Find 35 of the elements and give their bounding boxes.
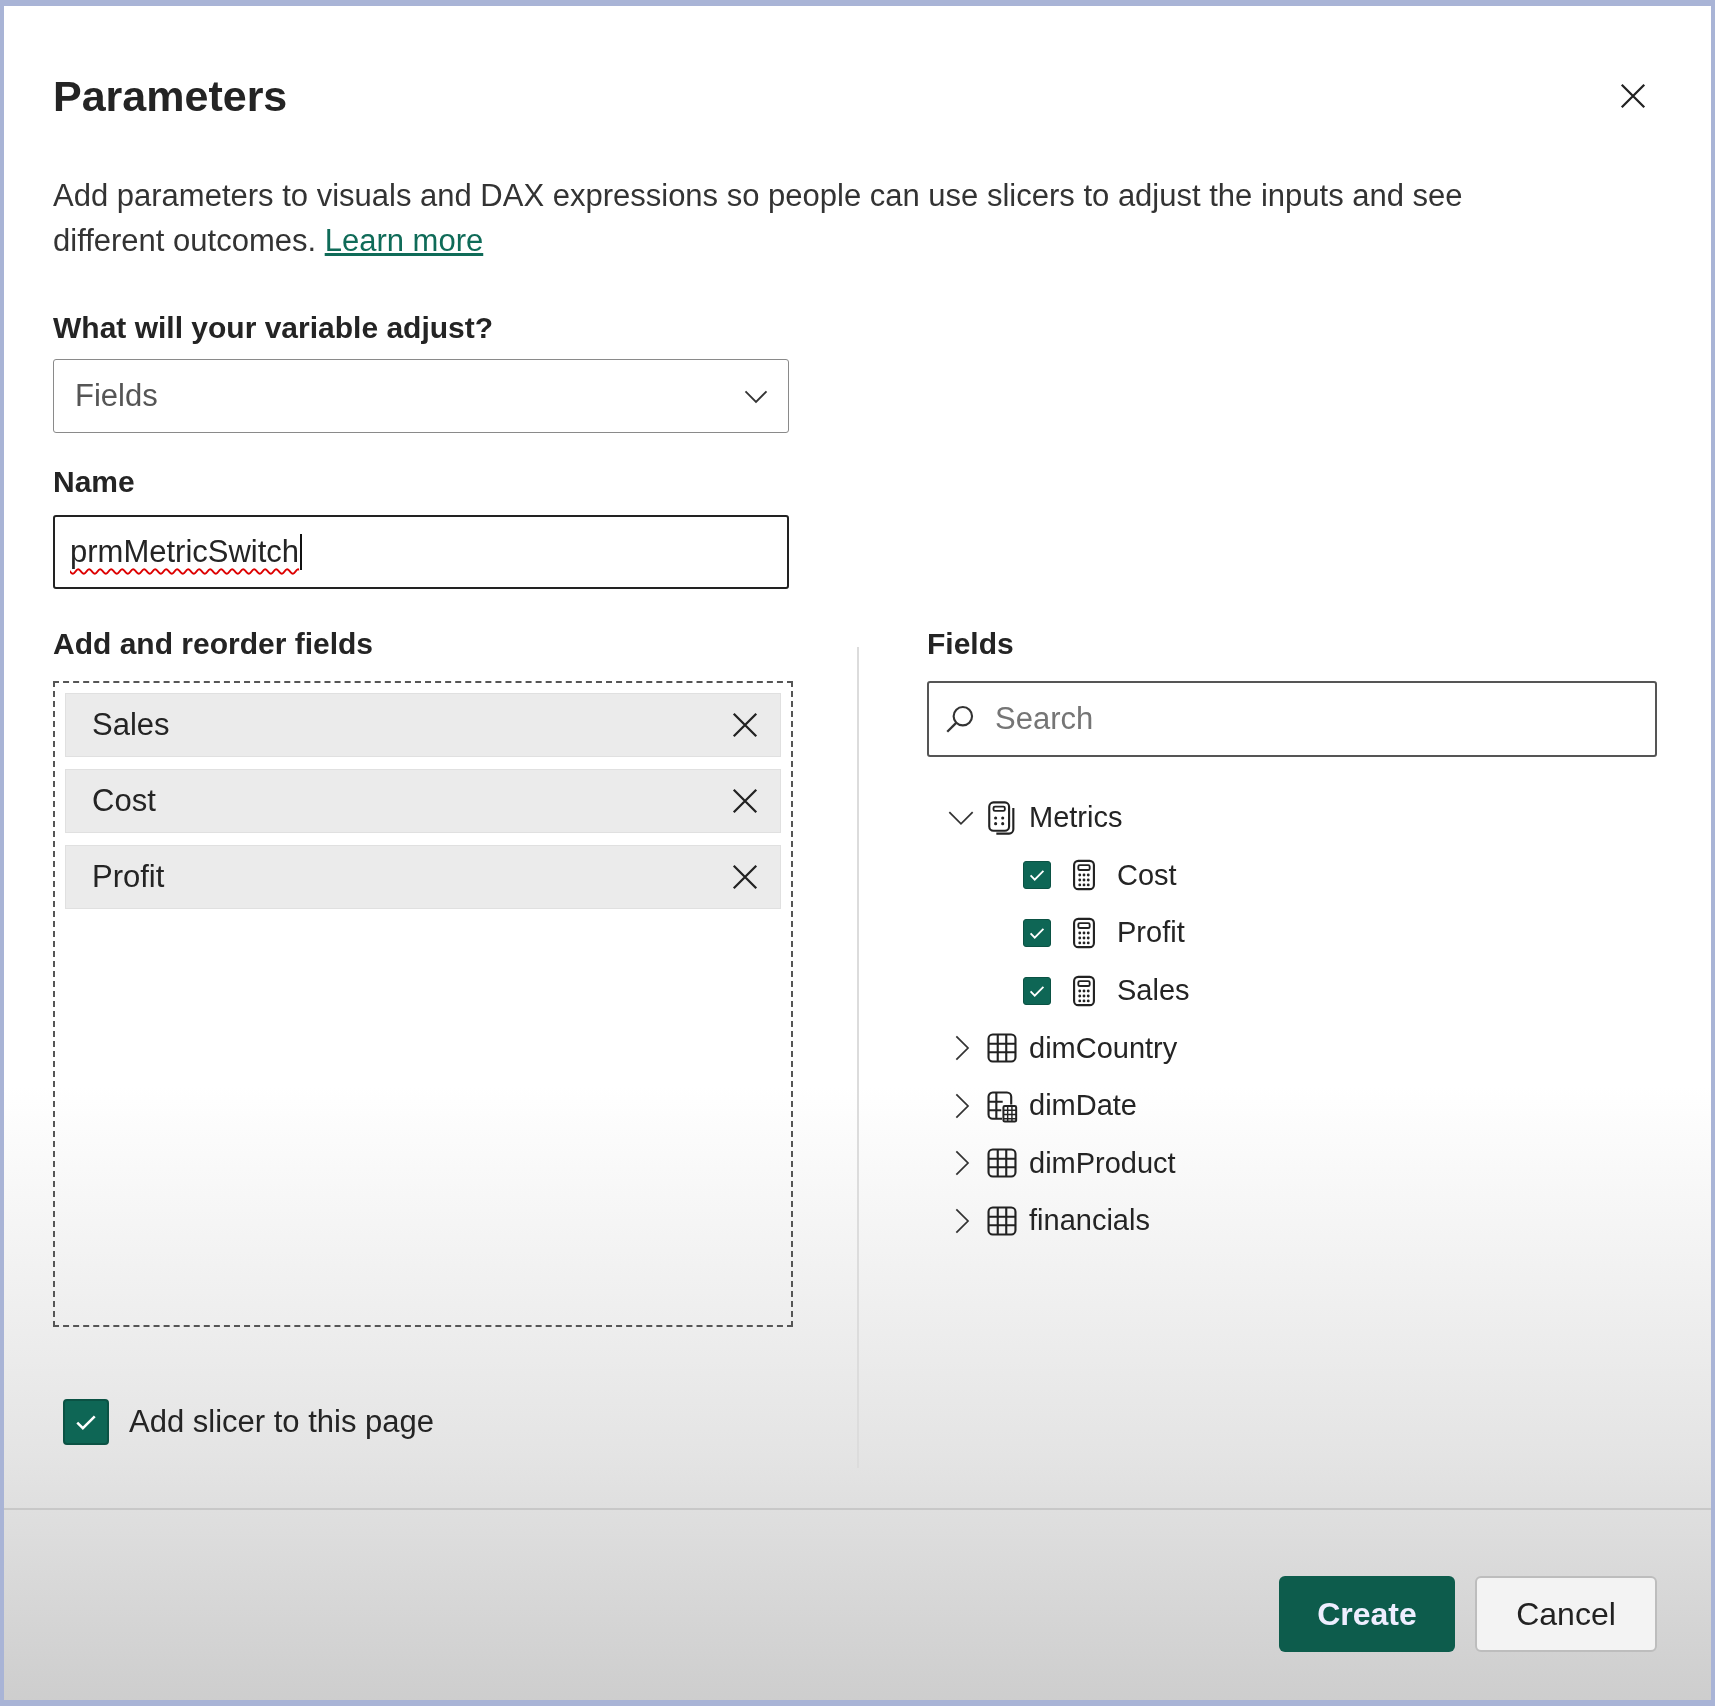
remove-icon[interactable] (730, 710, 760, 740)
tree-item[interactable]: dimProduct (927, 1134, 1657, 1193)
cancel-button[interactable]: Cancel (1475, 1576, 1657, 1652)
create-button[interactable]: Create (1279, 1576, 1455, 1652)
adjust-dropdown[interactable]: Fields (53, 359, 789, 433)
tree-item[interactable]: Sales (927, 961, 1657, 1020)
section-label: Add and reorder fields (53, 627, 375, 661)
dialog-title: Parameters (53, 72, 288, 121)
checkbox[interactable] (1023, 861, 1051, 890)
tree-item[interactable]: financials (927, 1192, 1657, 1250)
checkbox[interactable] (1023, 919, 1051, 947)
remove-icon[interactable] (730, 786, 760, 816)
field-label: Name (53, 465, 136, 499)
field-chip[interactable]: Cost (65, 769, 781, 833)
table-icon (985, 1146, 1019, 1181)
remove-icon[interactable] (730, 862, 760, 892)
table-icon (985, 1203, 1019, 1238)
search-field[interactable]: Search (927, 681, 1657, 757)
tree-item[interactable]: dimCountry (927, 1019, 1657, 1077)
field-chip[interactable]: Sales (65, 693, 781, 757)
tree-item[interactable]: Cost (927, 846, 1657, 905)
date-table-icon (985, 1088, 1019, 1123)
tree-item[interactable]: Profit (927, 904, 1657, 962)
tree-item[interactable]: dimDate (927, 1076, 1657, 1135)
tree-item[interactable]: Metrics (927, 789, 1657, 847)
field-chip[interactable]: Profit (65, 845, 781, 909)
name-input-field[interactable]: prmMetricSwitch (53, 515, 789, 589)
description-text: Add parameters to visuals and DAX expressions so people can use slicers to adjust the inputs and see different outcomes. Learn more (53, 177, 1464, 260)
checkbox[interactable] (1023, 976, 1051, 1005)
checkbox[interactable] (63, 1399, 109, 1445)
section-label: Fields (927, 627, 1015, 661)
checkbox-label: Add slicer to this page (129, 1404, 434, 1440)
field-label: What will your variable adjust? (53, 311, 495, 345)
learn-more-link[interactable]: Learn more (324, 223, 484, 258)
table-icon (985, 1031, 1019, 1066)
